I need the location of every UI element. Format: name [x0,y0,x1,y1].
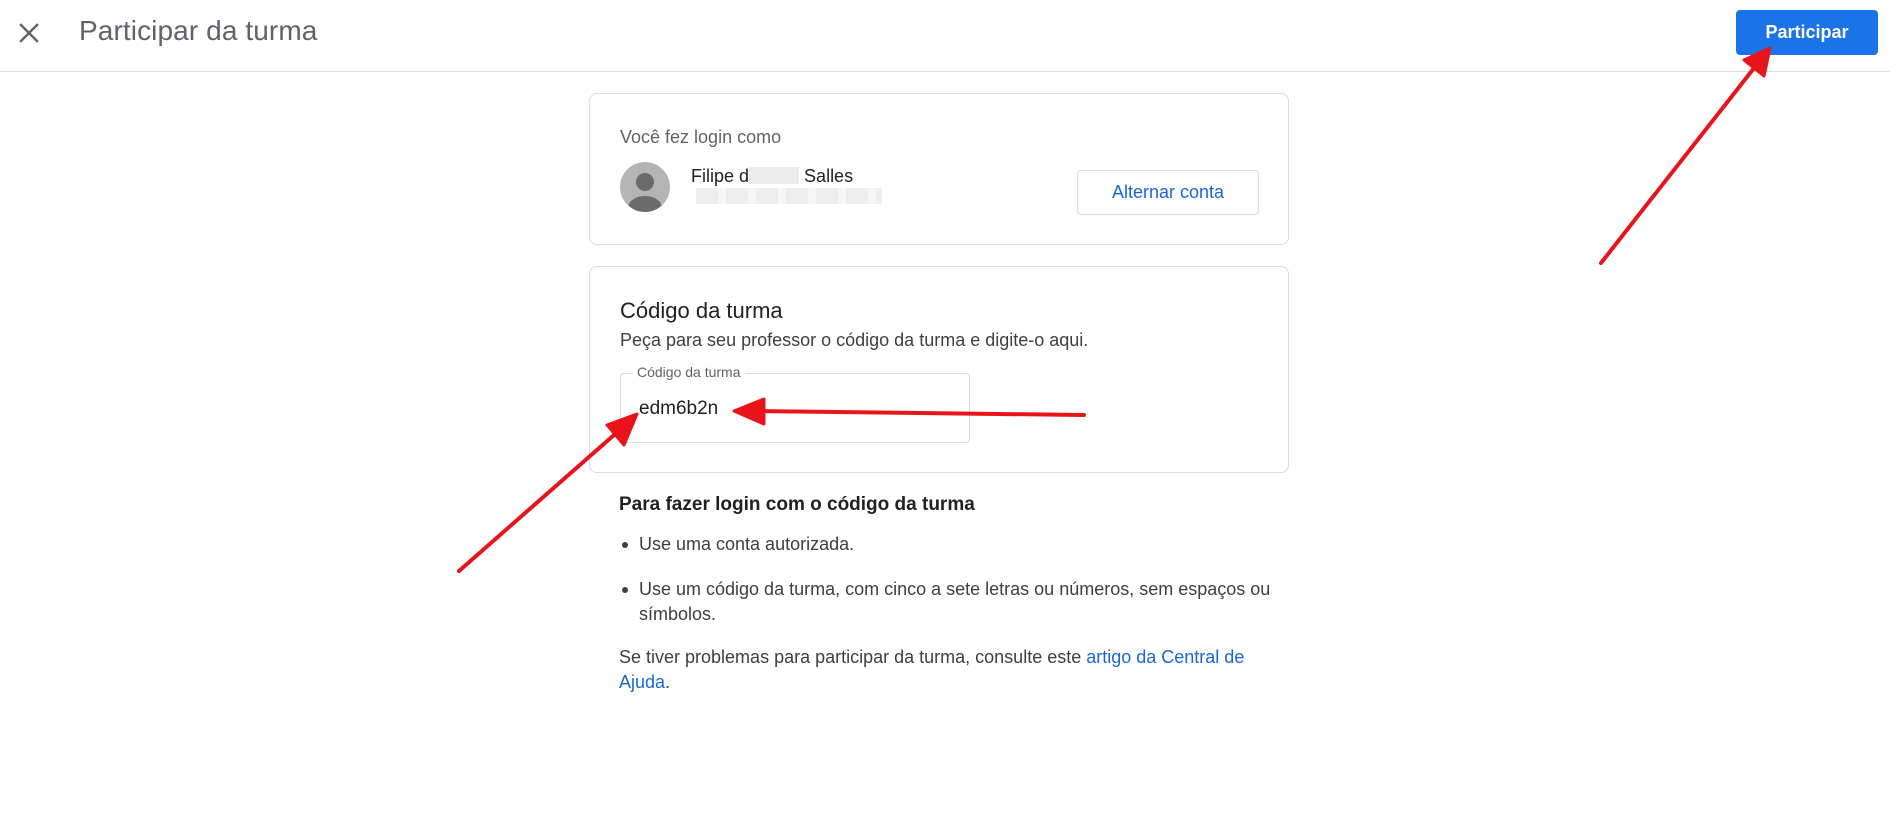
user-name: Filipe d Salles [691,166,853,187]
class-code-card: Código da turma Peça para seu professor … [589,266,1289,473]
switch-account-button[interactable]: Alternar conta [1077,170,1259,215]
help-text: Se tiver problemas para participar da tu… [619,645,1279,695]
account-avatar-icon [620,162,670,212]
account-card: Você fez login como Filipe d Salles Alte… [589,93,1289,245]
class-code-input[interactable] [639,394,939,424]
user-name-first: Filipe d [691,166,750,186]
join-button[interactable]: Participar [1736,10,1878,55]
top-app-bar: Participar da turma Participar [0,0,1890,72]
instructions-title: Para fazer login com o código da turma [619,494,975,515]
name-redaction [749,167,800,184]
class-code-field-label: Código da turma [633,364,745,380]
join-instructions: Para fazer login com o código da turma U… [619,494,1279,695]
help-text-suffix: . [665,672,671,692]
class-code-title: Código da turma [620,298,783,323]
red-arrow-icon [1599,46,1772,265]
list-item: Use uma conta autorizada. [619,532,1279,557]
instructions-list: Use uma conta autorizada. Use um código … [619,532,1279,627]
close-button[interactable] [12,12,46,54]
class-code-subtitle: Peça para seu professor o código da turm… [620,330,1089,350]
page-title: Participar da turma [79,15,318,46]
email-redaction [696,188,882,204]
user-name-last: Salles [804,166,854,186]
help-text-prefix: Se tiver problemas para participar da tu… [619,647,1087,667]
list-item: Use um código da turma, com cinco a sete… [619,577,1279,627]
class-code-field[interactable]: Código da turma [620,364,970,443]
signed-in-label: Você fez login como [620,127,782,147]
close-icon [19,23,39,43]
